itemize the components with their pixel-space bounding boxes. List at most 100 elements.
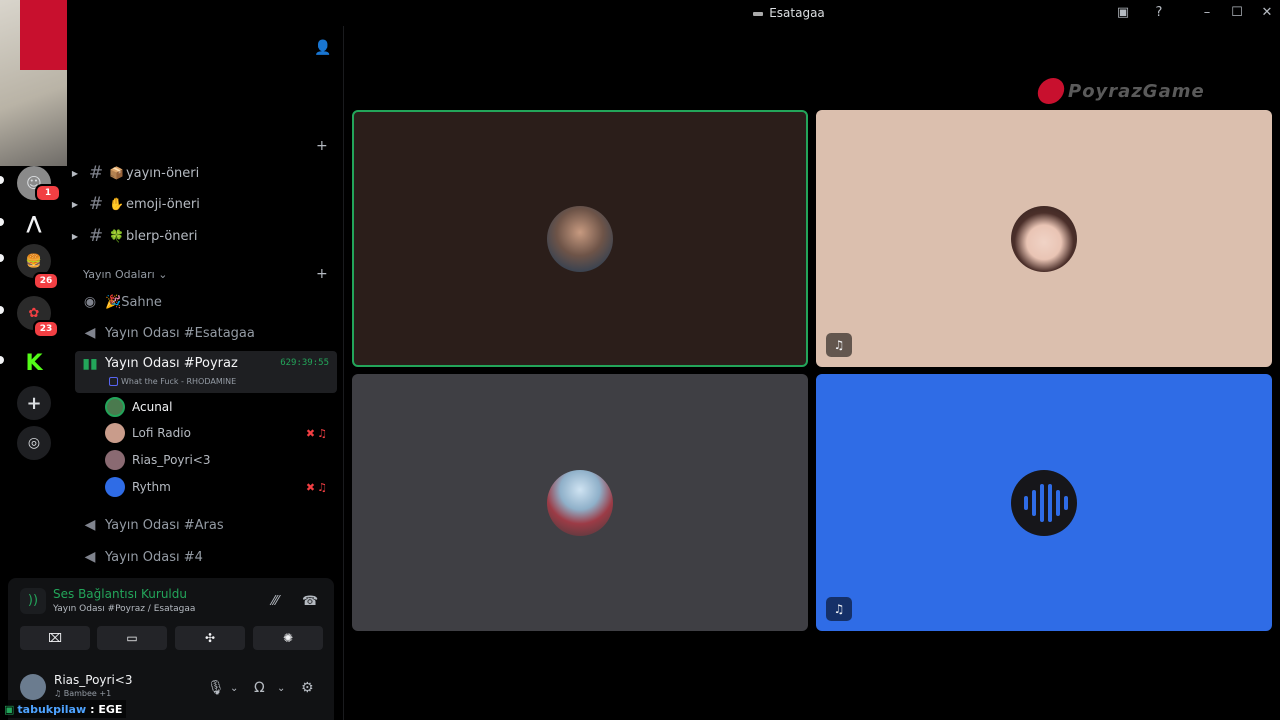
ticker-message: : EGE <box>90 702 123 716</box>
user-name[interactable]: Rias_Poyri<3 <box>54 673 133 687</box>
chat-ticker: ▣ tabukpilaw : EGE <box>0 700 127 718</box>
add-member-icon[interactable]: 👤 <box>314 40 331 56</box>
inbox-icon[interactable]: ▣ <box>1115 5 1131 21</box>
kick-icon[interactable]: K <box>17 346 51 380</box>
chevron-down-icon[interactable]: ⌄ <box>277 683 285 694</box>
hash-icon: # <box>88 226 104 246</box>
member-name: Rias_Poyri<3 <box>132 453 211 467</box>
unread-indicator <box>0 218 4 226</box>
avatar <box>105 423 125 443</box>
unread-indicator <box>0 254 4 262</box>
voice-channel-esatagaa[interactable]: ◀ Yayın Odası #Esatagaa <box>75 319 337 347</box>
channel-yayin-oneri[interactable]: ▶ # 📦 yayın-öneri <box>67 160 337 186</box>
channel-emoji-oneri[interactable]: ▶ # ✋ emoji-öneri <box>67 191 337 217</box>
muted-deafened-icon: ✖♫ <box>305 480 329 494</box>
avatar <box>105 397 125 417</box>
add-server-icon[interactable]: + <box>17 386 51 420</box>
soundboard-button[interactable]: ✺ <box>253 626 323 650</box>
channel-name: Yayın Odası #Esatagaa <box>105 325 255 341</box>
voice-status[interactable]: Ses Bağlantısı Kuruldu <box>53 587 187 601</box>
stream-logo: PoyrazGame <box>1035 76 1204 108</box>
settings-gear-icon[interactable]: ⚙ <box>301 680 314 696</box>
signal-icon[interactable]: )) <box>20 588 46 614</box>
chevron-down-icon[interactable]: ⌄ <box>230 683 238 694</box>
title-bar: Esatagaa ▣ ? – ☐ ✕ <box>298 0 1280 26</box>
hash-icon: # <box>88 194 104 214</box>
disconnect-icon[interactable]: ☎ <box>302 594 318 609</box>
mention-badge: 1 <box>35 184 61 202</box>
category-name: Yayın Odaları <box>83 268 155 281</box>
screen-share-button[interactable]: ▭ <box>97 626 167 650</box>
microphone-icon[interactable]: 🎙 <box>207 680 225 696</box>
unread-indicator <box>0 356 4 364</box>
ticker-user: tabukpilaw <box>17 702 87 716</box>
voice-tile-rias-poyri[interactable] <box>352 374 808 631</box>
member-name: Lofi Radio <box>132 426 191 440</box>
channel-name: Yayın Odası #4 <box>105 549 203 565</box>
music-note-icon: ♫ <box>54 689 64 698</box>
window-title: Esatagaa <box>298 6 1280 20</box>
member-name: Acunal <box>132 400 173 414</box>
voice-channel-sahne[interactable]: ◉ 🎉 Sahne <box>75 288 337 316</box>
headphones-icon[interactable]: Ω <box>254 680 265 696</box>
explore-icon[interactable]: ◎ <box>17 426 51 460</box>
voice-tile-rythm[interactable]: ♫ <box>816 374 1272 631</box>
server-icon-2[interactable]: ⋀ <box>17 206 51 240</box>
voice-member[interactable]: Acunal <box>105 394 337 420</box>
voice-tile-acunal[interactable] <box>352 110 808 367</box>
stage-icon: ◉ <box>83 294 97 310</box>
sidebar-divider <box>343 26 344 720</box>
deafened-icon: ♫ <box>826 333 852 357</box>
logo-text: PoyrazGame <box>1068 81 1205 102</box>
create-voice-channel-icon[interactable]: + <box>316 266 328 282</box>
avatar <box>547 205 613 272</box>
help-icon[interactable]: ? <box>1151 5 1167 21</box>
avatar <box>105 450 125 470</box>
avatar[interactable] <box>20 674 46 700</box>
avatar <box>105 477 125 497</box>
window-title-text: Esatagaa <box>769 6 825 20</box>
channel-activity: What the Fuck - RHODAMINE <box>109 377 236 386</box>
badge-icon: ▣ <box>4 702 15 716</box>
voice-member[interactable]: Rias_Poyri<3 <box>105 447 337 473</box>
noise-suppression-icon[interactable]: ⁄⁄⁄ <box>272 594 279 609</box>
speaker-icon: ◀ <box>84 549 96 565</box>
maximize-icon[interactable]: ☐ <box>1229 5 1245 21</box>
mention-badge: 23 <box>33 320 59 338</box>
category-header[interactable]: Yayın Odaları ⌄ <box>83 268 167 281</box>
voice-channel-aras[interactable]: ◀ Yayın Odası #Aras <box>75 511 337 539</box>
logo-mark <box>1035 78 1067 104</box>
channel-name: Sahne <box>121 294 162 310</box>
voice-tile-lofi-radio[interactable]: ♫ <box>816 110 1272 367</box>
muted-deafened-icon: ✖♫ <box>305 426 329 440</box>
chevron-down-icon: ⌄ <box>158 268 168 281</box>
voice-channel-4[interactable]: ◀ Yayın Odası #4 <box>75 543 337 571</box>
activity-text: What the Fuck - RHODAMINE <box>121 377 237 386</box>
rythm-logo-icon <box>1011 469 1077 536</box>
member-name: Rythm <box>132 480 171 494</box>
channel-name: Yayın Odası #Aras <box>105 517 224 533</box>
collapse-arrow-icon: ▶ <box>71 199 79 209</box>
deafened-icon: ♫ <box>826 597 852 621</box>
create-channel-icon[interactable]: + <box>316 138 328 154</box>
speaker-icon: ◀ <box>84 325 96 341</box>
activities-button[interactable]: ✣ <box>175 626 245 650</box>
minimize-icon[interactable]: – <box>1199 5 1215 21</box>
voice-connection-panel: )) Ses Bağlantısı Kuruldu Yayın Odası #P… <box>8 578 334 660</box>
camera-button[interactable]: ⌧ <box>20 626 90 650</box>
hash-icon: # <box>88 163 104 183</box>
channel-blerp-oneri[interactable]: ▶ # 🍀 blerp-öneri <box>67 223 337 249</box>
channel-emoji: 🎉 <box>105 294 122 310</box>
voice-member[interactable]: Lofi Radio ✖♫ <box>105 420 337 446</box>
discord-app: Esatagaa ▣ ? – ☐ ✕ ☺ 1 ⋀ 🍔 26 ✿ 23 K + ◎… <box>0 0 1280 720</box>
close-icon[interactable]: ✕ <box>1259 5 1275 21</box>
activity-icon <box>109 377 118 386</box>
soundboard-icon: ✺ <box>282 631 294 645</box>
channel-emoji: 📦 <box>109 166 124 180</box>
speaker-icon: ◀ <box>84 517 96 533</box>
voice-location[interactable]: Yayın Odası #Poyraz / Esatagaa <box>53 604 195 614</box>
server-icon <box>753 11 764 16</box>
user-activity: ♫ Bambee +1 <box>54 689 111 698</box>
voice-member[interactable]: Rythm ✖♫ <box>105 474 337 500</box>
voice-channel-poyraz[interactable]: ▮▮ Yayın Odası #Poyraz 629:39:55 What th… <box>75 351 337 393</box>
